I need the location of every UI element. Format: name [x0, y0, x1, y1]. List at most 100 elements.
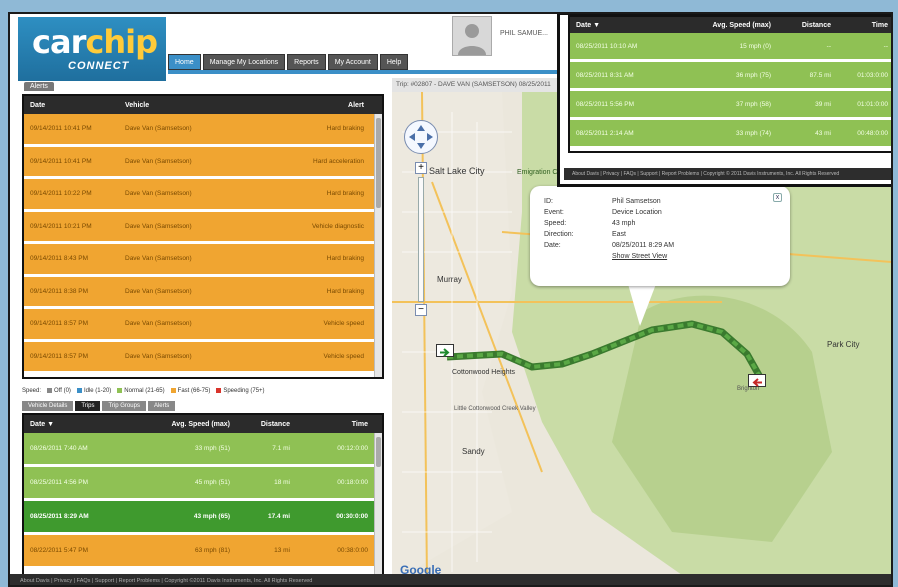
- location-infowindow: x ID: Phil Samsetson Event: Device Locatio…: [530, 186, 790, 286]
- alert-cell: Vehicle speed: [323, 352, 364, 360]
- tab-vehicle-details[interactable]: Vehicle Details: [22, 401, 74, 411]
- alert-cell: 09/14/2011 8:57 PM: [30, 320, 89, 328]
- logo-tagline: CONNECT: [68, 60, 130, 72]
- alert-row[interactable]: 09/14/2011 8:57 PM Dave Van (Samsetson) Ve…: [24, 341, 382, 374]
- alert-row[interactable]: 09/14/2011 10:41 PM Dave Van (Samsetson) H…: [24, 146, 382, 179]
- trip-cell: 08/25/2011 4:56 PM: [30, 479, 89, 486]
- carchip-logo[interactable]: carchip CONNECT: [18, 17, 166, 81]
- alert-row[interactable]: 09/14/2011 10:41 PM Dave Van (Samsetson) H…: [24, 114, 382, 147]
- nav-my-account[interactable]: My Account: [327, 54, 378, 70]
- nav-help[interactable]: Help: [379, 54, 409, 70]
- trip-row[interactable]: 08/26/2011 7:40 AM 33 mph (51) 7.1 mi 00:12…: [24, 433, 382, 467]
- alert-cell: 09/14/2011 8:43 PM: [30, 255, 89, 263]
- alert-cell: 09/14/2011 10:41 PM: [30, 125, 92, 133]
- detail-tabs: Vehicle Details Trips Trip Groups Alerts: [22, 401, 176, 411]
- label-park-city: Park City: [827, 340, 859, 349]
- trip-cell: 00:38:0:00: [337, 547, 368, 554]
- popup-row-event: Event: Device Location: [544, 208, 662, 216]
- zoom-in-button[interactable]: +: [415, 162, 427, 174]
- alert-cell: Hard braking: [326, 287, 364, 295]
- inset-trip-cell: 08/25/2011 10:10 AM: [576, 42, 638, 50]
- street-view-link[interactable]: Show Street View: [612, 251, 676, 262]
- inset-trip-cell: 43 mi: [815, 129, 831, 137]
- inset-trip-cell: 39 mi: [815, 100, 831, 108]
- inset-col-time[interactable]: Time: [831, 22, 888, 29]
- inset-trip-row[interactable]: 08/25/2011 2:14 AM 33 mph (74) 43 mi 00:48:…: [570, 120, 891, 149]
- col-date[interactable]: Date: [30, 102, 125, 109]
- close-icon[interactable]: x: [773, 193, 782, 202]
- alert-row[interactable]: 09/14/2011 10:21 PM Dave Van (Samsetson) V…: [24, 211, 382, 244]
- label-murray: Murray: [437, 275, 462, 284]
- col-distance[interactable]: Distance: [230, 421, 290, 428]
- trip-cell: 08/25/2011 8:29 AM: [30, 513, 89, 520]
- tab-trips[interactable]: Trips: [75, 401, 101, 411]
- alert-row[interactable]: 09/14/2011 8:43 PM Dave Van (Samsetson) Ha…: [24, 244, 382, 277]
- nav-manage-locations[interactable]: Manage My Locations: [202, 54, 286, 70]
- zoom-slider[interactable]: [418, 177, 424, 302]
- trip-cell: 33 mph (51): [194, 445, 230, 452]
- trip-cell: 43 mph (65): [193, 513, 230, 520]
- inset-trips-table: Date ▼ Avg. Speed (max) Distance Time 08…: [568, 15, 891, 153]
- inset-col-distance[interactable]: Distance: [771, 22, 831, 29]
- map-pan-control[interactable]: [404, 120, 438, 154]
- inset-trip-row[interactable]: 08/25/2011 8:31 AM 36 mph (75) 87.5 mi 01:0…: [570, 62, 891, 91]
- alerts-scrollbar[interactable]: [374, 114, 382, 377]
- inset-trip-row[interactable]: 08/25/2011 10:10 AM 15 mph (0) -- --: [570, 33, 891, 62]
- legend-normal: Normal (21-65): [117, 388, 165, 394]
- inset-trip-row[interactable]: 08/25/2011 5:56 PM 37 mph (58) 39 mi 01:01:…: [570, 91, 891, 120]
- inset-col-date[interactable]: Date ▼: [576, 22, 671, 29]
- alerts-header-row: Date Vehicle Alert: [24, 96, 382, 114]
- tab-alerts[interactable]: Alerts: [24, 82, 54, 91]
- inset-trip-cell: 01:03:0:00: [857, 71, 888, 79]
- page-footer: About Davis | Privacy | FAQs | Support |…: [10, 574, 891, 585]
- legend-off: Off (0): [47, 388, 71, 394]
- trip-cell: 7.1 mi: [272, 445, 290, 452]
- col-vehicle[interactable]: Vehicle: [125, 102, 235, 109]
- trip-row[interactable]: 08/22/2011 5:47 PM 63 mph (81) 13 mi 00:38:…: [24, 535, 382, 569]
- alert-cell: 09/14/2011 10:22 PM: [30, 190, 92, 198]
- trip-cell: 08/22/2011 5:47 PM: [30, 547, 89, 554]
- inset-trip-cell: 87.5 mi: [809, 71, 831, 79]
- alert-row[interactable]: 09/14/2011 10:22 PM Dave Van (Samsetson) H…: [24, 179, 382, 212]
- tab-trip-groups[interactable]: Trip Groups: [102, 401, 146, 411]
- inset-trip-cell: --: [826, 42, 831, 50]
- inset-col-speed[interactable]: Avg. Speed (max): [671, 22, 771, 29]
- trip-cell: 00:18:0:00: [337, 479, 368, 486]
- popup-tail: [628, 284, 656, 326]
- col-alert[interactable]: Alert: [235, 102, 376, 109]
- alert-cell: Dave Van (Samsetson): [125, 222, 192, 230]
- alert-cell: 09/14/2011 10:41 PM: [30, 157, 92, 165]
- col-time[interactable]: Time: [290, 421, 376, 428]
- zoom-out-button[interactable]: −: [415, 304, 427, 316]
- alert-cell: Hard braking: [326, 255, 364, 263]
- alert-row[interactable]: 09/14/2011 8:38 PM Dave Van (Samsetson) Ha…: [24, 276, 382, 309]
- alerts-table: Date Vehicle Alert 09/14/2011 10:41 PM Da…: [22, 94, 384, 379]
- inset-trip-cell: --: [883, 42, 888, 50]
- user-avatar[interactable]: [452, 16, 492, 56]
- trips-scrollbar[interactable]: [374, 433, 382, 574]
- trip-row[interactable]: 08/25/2011 4:56 PM 45 mph (51) 18 mi 00:18:…: [24, 467, 382, 501]
- popup-fields: ID: Phil Samsetson Event: Device Location …: [544, 196, 676, 262]
- trip-cell: 17.4 mi: [267, 513, 290, 520]
- inset-trip-cell: 08/25/2011 2:14 AM: [576, 129, 634, 137]
- inset-footer: About Davis | Privacy | FAQs | Support |…: [564, 168, 891, 180]
- trip-end-marker[interactable]: [748, 374, 766, 387]
- trip-cell: 45 mph (51): [194, 479, 230, 486]
- user-silhouette-icon: [453, 17, 491, 55]
- col-trip-date[interactable]: Date ▼: [30, 421, 130, 428]
- trip-row[interactable]: 08/25/2011 8:29 AM 43 mph (65) 17.4 mi 00:3…: [24, 501, 382, 535]
- alert-cell: Hard braking: [326, 190, 364, 198]
- nav-reports[interactable]: Reports: [287, 54, 326, 70]
- col-avg-speed[interactable]: Avg. Speed (max): [130, 421, 230, 428]
- start-arrow-icon: [440, 348, 450, 357]
- label-cottonwood-heights: Cottonwood Heights: [452, 369, 516, 376]
- user-name[interactable]: PHIL SAMUE...: [500, 30, 548, 37]
- tab-alerts-sub[interactable]: Alerts: [147, 401, 176, 411]
- trip-cell: 63 mph (81): [194, 547, 230, 554]
- nav-home[interactable]: Home: [168, 54, 201, 70]
- app-window: carchip CONNECT Home Manage My Locations…: [8, 12, 893, 587]
- legend-title: Speed:: [22, 388, 42, 395]
- inset-header-row: Date ▼ Avg. Speed (max) Distance Time: [570, 17, 891, 33]
- trip-start-marker[interactable]: [436, 344, 454, 357]
- alert-row[interactable]: 09/14/2011 8:57 PM Dave Van (Samsetson) Ve…: [24, 309, 382, 342]
